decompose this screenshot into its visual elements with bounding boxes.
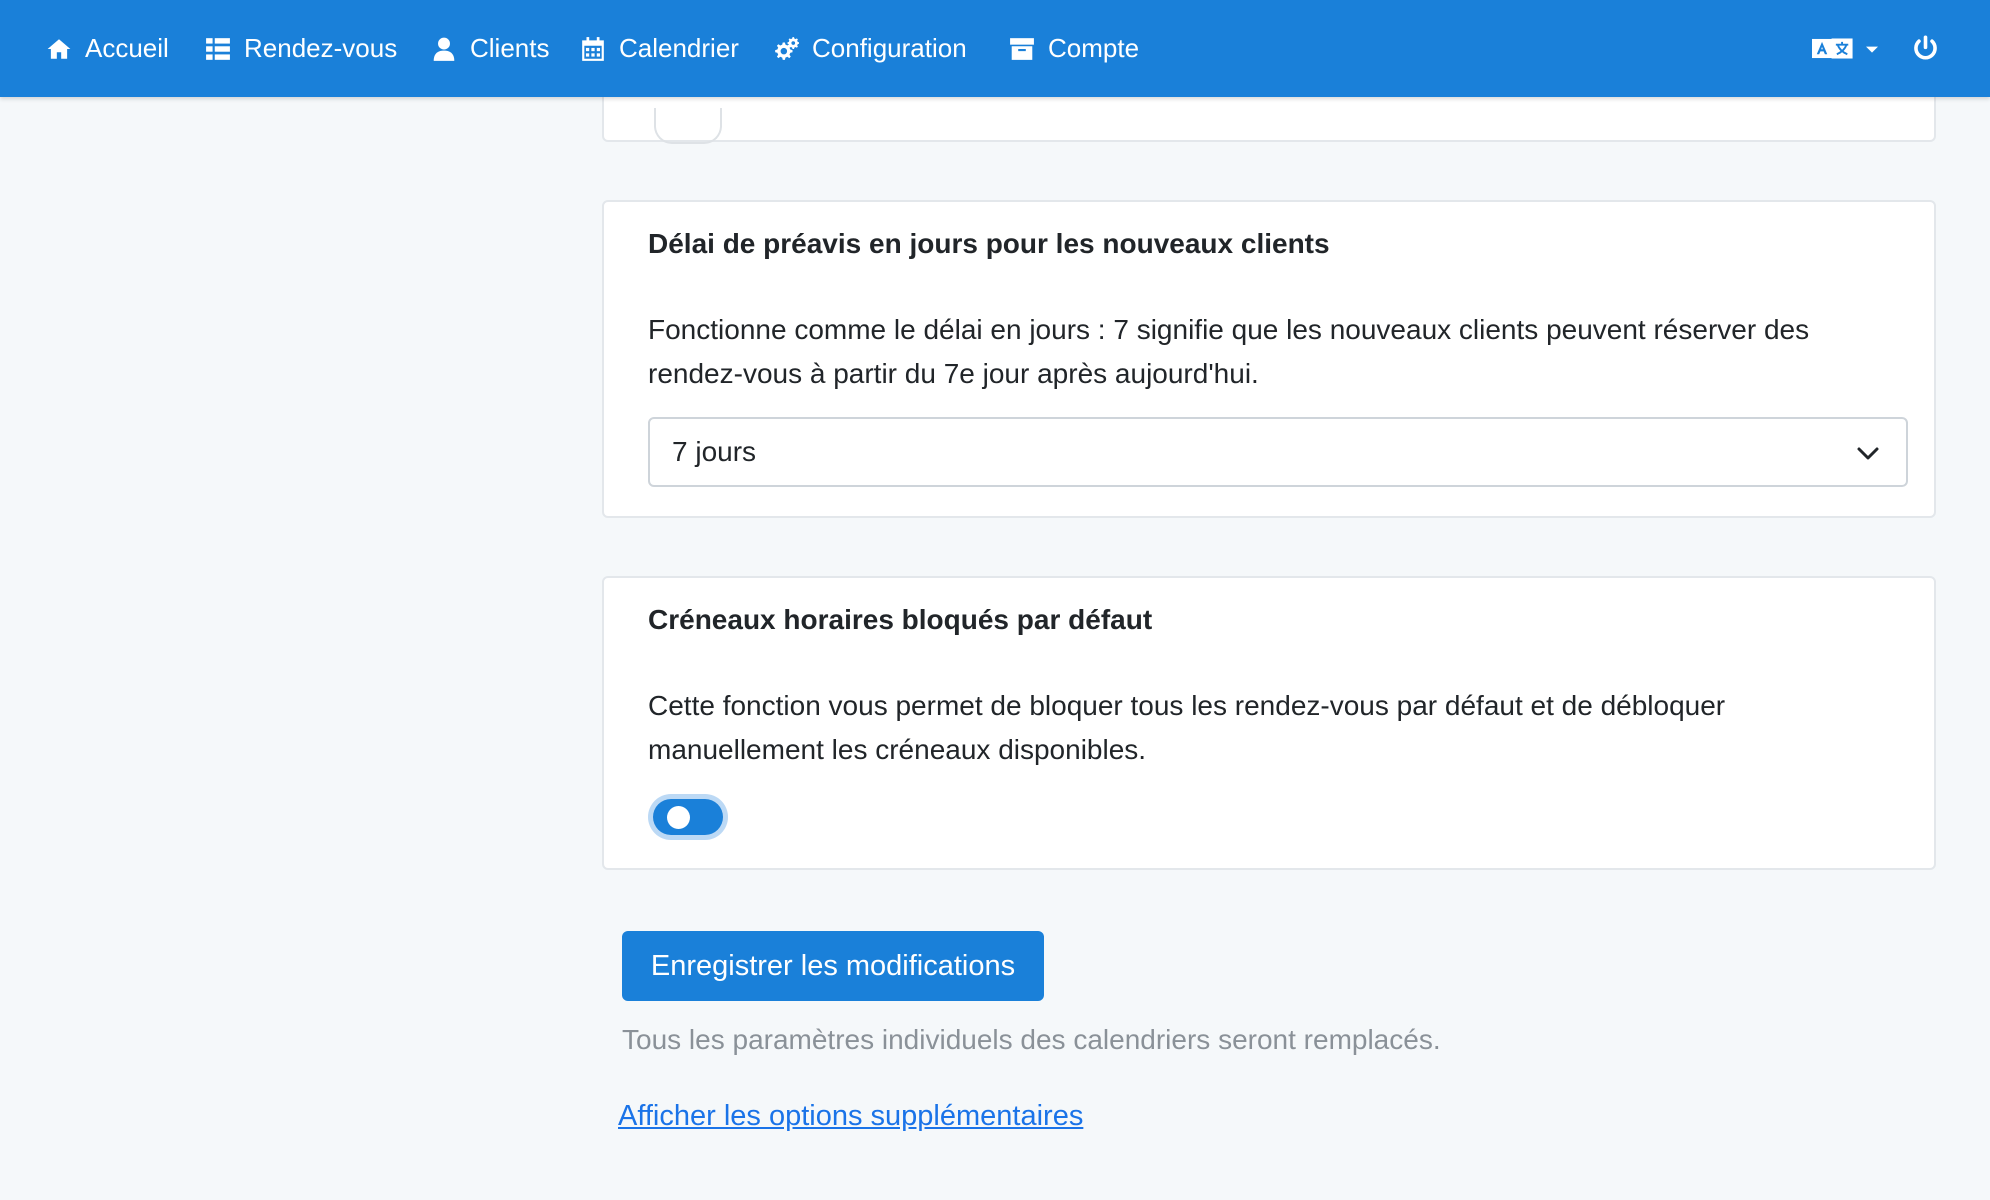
translate-icon (1812, 38, 1853, 59)
nav-item-compte[interactable]: Compte (1009, 0, 1139, 97)
language-dropdown[interactable] (1812, 0, 1878, 97)
list-icon (206, 37, 230, 60)
card-description: Fonctionne comme le délai en jours : 7 s… (648, 314, 1810, 389)
power-icon (1914, 35, 1937, 60)
caret-down-icon (1866, 46, 1878, 53)
nav-item-accueil[interactable]: Accueil (46, 0, 169, 97)
override-hint-text: Tous les paramètres individuels des cale… (622, 1024, 1441, 1055)
nav-item-calendrier[interactable]: Calendrier (580, 0, 739, 97)
chevron-down-icon (1857, 447, 1879, 460)
nav-item-label: Clients (470, 33, 550, 63)
calendar-icon (582, 36, 604, 61)
select-value: 7 jours (672, 436, 757, 467)
card-title: Délai de préavis en jours pour les nouve… (648, 228, 1330, 259)
nav-item-configuration[interactable]: Configuration (773, 0, 967, 97)
blocked-slots-card: Créneaux horaires bloqués par défaut Cet… (602, 576, 1936, 870)
nav-item-rendez-vous[interactable]: Rendez-vous (205, 0, 397, 97)
save-changes-button[interactable]: Enregistrer les modifications (622, 931, 1044, 1001)
nav-item-clients[interactable]: Clients (431, 0, 549, 97)
nav-item-label: Accueil (85, 33, 169, 63)
top-navbar: Accueil Rendez-vous Clients Calendrier C… (0, 0, 1990, 97)
toggle-knob (667, 806, 690, 829)
nav-item-label: Compte (1048, 33, 1140, 63)
notice-days-select[interactable]: 7 jours (648, 417, 1908, 487)
card-title: Créneaux horaires bloqués par défaut (648, 604, 1153, 635)
nav-item-label: Rendez-vous (244, 33, 398, 63)
blocked-slots-toggle[interactable] (648, 794, 728, 840)
show-more-options-link[interactable]: Afficher les options supplémentaires (618, 1100, 1083, 1133)
gears-icon (775, 36, 799, 60)
toggle-track (653, 799, 723, 835)
partially-hidden-toggle[interactable] (654, 108, 722, 144)
nav-item-label: Configuration (812, 33, 967, 63)
archive-box-icon (1010, 37, 1034, 60)
notice-new-clients-card: Délai de préavis en jours pour les nouve… (602, 200, 1936, 518)
logout-button[interactable] (1912, 0, 1939, 97)
card-description: Cette fonction vous permet de bloquer to… (648, 690, 1726, 765)
nav-item-label: Calendrier (619, 33, 739, 63)
home-icon (47, 38, 71, 59)
user-icon (433, 37, 455, 61)
